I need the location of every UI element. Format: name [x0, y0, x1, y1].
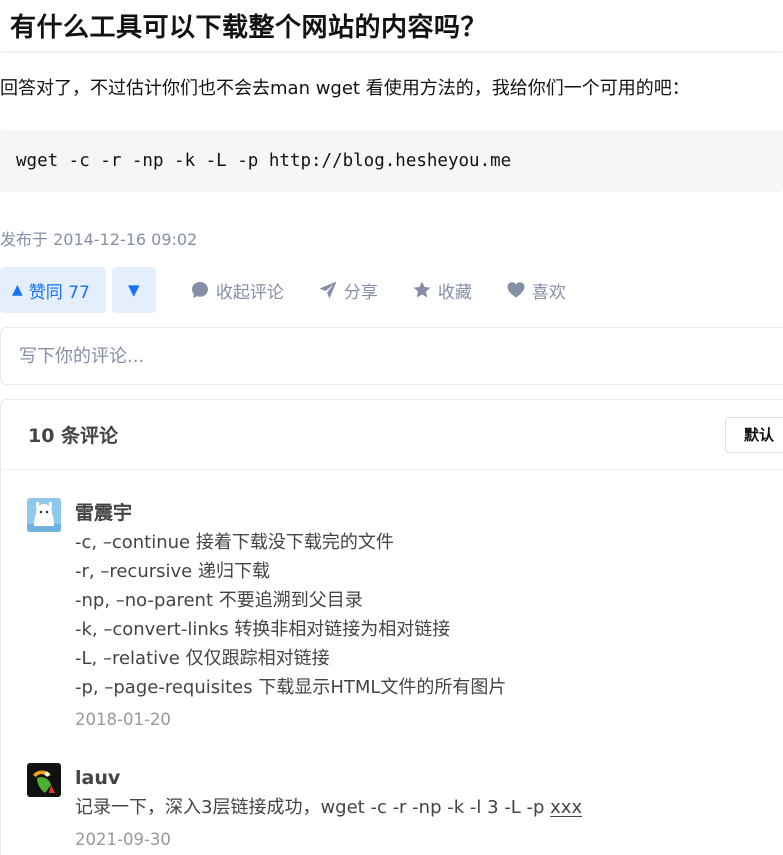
star-icon	[413, 281, 431, 298]
avatar[interactable]	[27, 498, 61, 532]
avatar[interactable]	[27, 763, 61, 797]
page: 有什么工具可以下载整个网站的内容吗？ 回答对了，不过估计你们也不会去man wg…	[0, 0, 783, 855]
sort-label: 默认	[744, 426, 775, 444]
comments-header: 10 条评论 默认	[1, 400, 783, 470]
collapse-comments-label: 收起评论	[215, 282, 284, 303]
vote-up-label: 赞同 77	[28, 282, 90, 303]
avatar-image	[27, 498, 61, 532]
comment-date: 2018-01-20	[75, 710, 171, 729]
sort-button[interactable]: 默认	[725, 416, 783, 453]
favorite-label: 收藏	[437, 282, 472, 303]
comment-text: 记录一下，深入3层链接成功，wget -c -r -np -k -l 3 -L …	[75, 793, 783, 822]
comment-line: -r, –recursive 递归下载	[75, 561, 270, 582]
collapse-comments-button[interactable]: 收起评论	[190, 278, 284, 303]
avatar-image	[27, 763, 61, 797]
triangle-up-icon: ▲	[12, 282, 23, 298]
vote-up-button[interactable]: ▲ 赞同 77	[0, 267, 106, 313]
vote-down-button[interactable]: ▼	[111, 267, 156, 313]
code-text: wget -c -r -np -k -L -p http://blog.hesh…	[16, 151, 512, 171]
share-label: 分享	[343, 282, 378, 303]
comment-date: 2021-09-30	[75, 830, 171, 849]
comment-line: -np, –no-parent 不要追溯到父目录	[75, 590, 363, 611]
comment-input-box[interactable]	[0, 327, 783, 385]
answer-actions: ▲ 赞同 77 ▼ 收起评论 分享 收藏 喜欢	[0, 267, 783, 313]
comment-link[interactable]: xxx	[550, 797, 582, 818]
comments-count: 10 条评论	[28, 425, 119, 447]
like-label: 喜欢	[531, 282, 566, 303]
comments-section: 10 条评论 默认 雷震宇 -c, –continue 接着下载没下载完的文件 …	[0, 399, 783, 855]
comment-author[interactable]: 雷震宇	[75, 498, 783, 528]
comment-line: -L, –relative 仅仅跟踪相对链接	[75, 648, 330, 669]
comment-line: -k, –convert-links 转换非相对链接为相对链接	[75, 619, 451, 640]
comment-item: lauv 记录一下，深入3层链接成功，wget -c -r -np -k -l …	[1, 763, 783, 855]
comment-item: 雷震宇 -c, –continue 接着下载没下载完的文件 -r, –recur…	[1, 498, 783, 735]
triangle-down-icon: ▼	[128, 281, 140, 299]
comment-line: -p, –page-requisites 下载显示HTML文件的所有图片	[75, 677, 507, 698]
comment-input[interactable]	[17, 344, 783, 368]
paper-plane-icon	[319, 281, 337, 299]
heart-icon	[507, 282, 525, 298]
comment-line: -c, –continue 接着下载没下载完的文件	[75, 532, 394, 553]
answer-text: 回答对了，不过估计你们也不会去man wget 看使用方法的，我给你们一个可用的…	[0, 78, 690, 99]
publish-time[interactable]: 发布于 2014-12-16 09:02	[0, 226, 783, 250]
code-block: wget -c -r -np -k -L -p http://blog.hesh…	[0, 130, 783, 192]
question-title[interactable]: 有什么工具可以下载整个网站的内容吗？	[10, 7, 487, 44]
comment-text-body: 记录一下，深入3层链接成功，wget -c -r -np -k -l 3 -L …	[75, 797, 551, 818]
comment-author[interactable]: lauv	[75, 763, 783, 793]
question-header: 有什么工具可以下载整个网站的内容吗？	[0, 0, 783, 52]
comment-bubble-icon	[191, 282, 208, 298]
share-button[interactable]: 分享	[318, 278, 378, 303]
like-button[interactable]: 喜欢	[506, 278, 566, 303]
favorite-button[interactable]: 收藏	[412, 278, 472, 303]
